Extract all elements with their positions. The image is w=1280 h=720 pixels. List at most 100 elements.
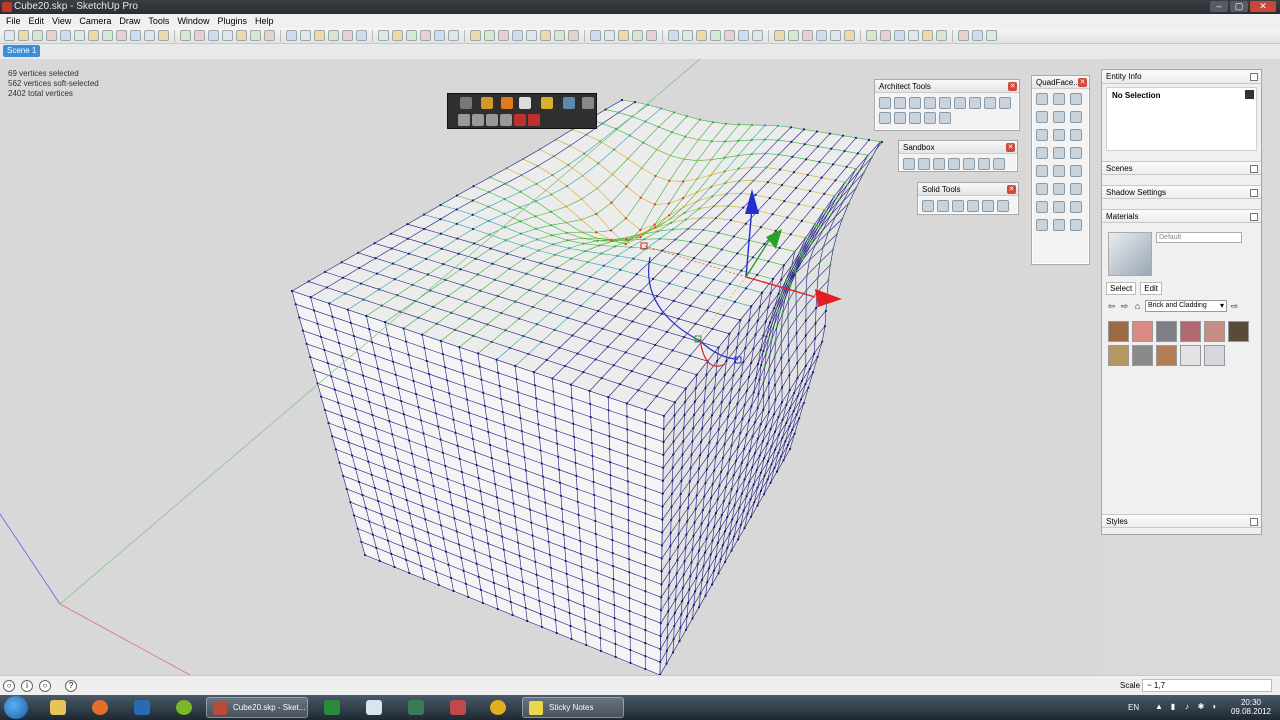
user-icon[interactable]: ○ [39,680,51,692]
measurements-box[interactable]: ~ 1,7 [1142,679,1272,692]
solid-tool-icon[interactable] [922,200,934,212]
architect-tool-icon[interactable] [924,97,936,109]
architect-tool-icon[interactable] [939,112,951,124]
menu-view[interactable]: View [48,14,75,28]
menu-file[interactable]: File [2,14,25,28]
quadface-tool-icon[interactable] [1036,111,1048,123]
minimize-button[interactable]: – [1210,1,1228,12]
menu-window[interactable]: Window [173,14,213,28]
toolbar-tool-icon[interactable] [208,30,219,41]
quadface-tool-icon[interactable] [1070,111,1082,123]
sandbox-tool-icon[interactable] [978,158,990,170]
toolbar-tool-icon[interactable] [936,30,947,41]
details-menu-icon[interactable] [1245,90,1254,99]
toolbar-tool-icon[interactable] [894,30,905,41]
tab-select[interactable]: Select [1106,282,1137,295]
help-icon[interactable]: ? [65,680,77,692]
solid-tool-icon[interactable] [937,200,949,212]
taskbar-spotify[interactable] [166,697,202,718]
toolbar-tool-icon[interactable] [180,30,191,41]
toolbar-tool-icon[interactable] [738,30,749,41]
toolbar-tool-icon[interactable] [470,30,481,41]
sandbox-tool-icon[interactable] [993,158,1005,170]
toolbar-tool-icon[interactable] [144,30,155,41]
styles-header[interactable]: Styles [1102,514,1261,528]
pin-icon[interactable] [1250,165,1258,173]
toolbar-tool-icon[interactable] [908,30,919,41]
toolbar-tool-icon[interactable] [434,30,445,41]
architect-tool-icon[interactable] [879,97,891,109]
material-library-select[interactable]: Brick and Cladding [1145,300,1227,312]
quadface-tool-icon[interactable] [1070,165,1082,177]
quadface-tool-icon[interactable] [1053,183,1065,195]
mesh-icon[interactable] [563,97,575,109]
toolbar-tool-icon[interactable] [356,30,367,41]
sandbox-tool-icon[interactable] [963,158,975,170]
solid-tool-icon[interactable] [997,200,1009,212]
maximize-button[interactable]: ▢ [1230,1,1248,12]
taskbar-chrome[interactable] [480,697,516,718]
move-icon[interactable] [481,97,493,109]
material-swatch[interactable] [1156,345,1177,366]
toolbar-tool-icon[interactable] [18,30,29,41]
pin-icon[interactable] [1250,189,1258,197]
close-icon[interactable]: ✕ [1007,185,1016,194]
materials-header[interactable]: Materials [1102,209,1261,223]
toolbar-tool-icon[interactable] [116,30,127,41]
task-sketchup[interactable]: Cube20.skp - Sket... [206,697,308,718]
toolbar-tool-icon[interactable] [392,30,403,41]
close-icon[interactable]: ✕ [1078,78,1087,87]
pin-icon[interactable] [1250,213,1258,221]
credits-icon[interactable]: i [21,680,33,692]
solid-tool-icon[interactable] [967,200,979,212]
quadface-tool-icon[interactable] [1053,111,1065,123]
toolbar-tool-icon[interactable] [130,30,141,41]
material-swatch[interactable] [1132,345,1153,366]
sandbox-tool-icon[interactable] [903,158,915,170]
toolbar-tool-icon[interactable] [342,30,353,41]
toolbar-tool-icon[interactable] [668,30,679,41]
volume-icon[interactable]: ♪ [1182,702,1192,712]
menu-tools[interactable]: Tools [144,14,173,28]
start-button[interactable] [4,696,28,719]
material-swatch[interactable] [1156,321,1177,342]
material-swatch[interactable] [1108,321,1129,342]
toolbar-tool-icon[interactable] [724,30,735,41]
toolbar-tool-icon[interactable] [618,30,629,41]
toolbar-tool-icon[interactable] [830,30,841,41]
taskbar-explorer[interactable] [40,697,76,718]
shadow-settings-header[interactable]: Shadow Settings [1102,185,1261,199]
toolbar-tool-icon[interactable] [788,30,799,41]
quadface-tool-icon[interactable] [1070,129,1082,141]
toolbar-tool-icon[interactable] [540,30,551,41]
architect-tool-icon[interactable] [939,97,951,109]
quadface-tool-icon[interactable] [1036,93,1048,105]
network-icon[interactable]: ▮ [1168,702,1178,712]
toolbar-tool-icon[interactable] [646,30,657,41]
toolbar-tool-icon[interactable] [158,30,169,41]
forward-arrow-icon[interactable]: ⇨ [1119,301,1130,312]
architect-tool-icon[interactable] [909,112,921,124]
taskbar-monitor[interactable] [314,697,350,718]
material-swatch[interactable] [1180,345,1201,366]
scenes-header[interactable]: Scenes [1102,161,1261,175]
geo-location-icon[interactable]: ○ [3,680,15,692]
toolbar-tool-icon[interactable] [498,30,509,41]
toolbar-tool-icon[interactable] [590,30,601,41]
sandbox-tool-icon[interactable] [918,158,930,170]
toolbar-tool-icon[interactable] [484,30,495,41]
toolbar-tool-icon[interactable] [448,30,459,41]
quadface-tool-icon[interactable] [1053,93,1065,105]
toolbar-tool-icon[interactable] [816,30,827,41]
material-swatch[interactable] [1228,321,1249,342]
entity-info-header[interactable]: Entity Info [1102,70,1261,84]
toolbar-tool-icon[interactable] [802,30,813,41]
task-sticky-notes[interactable]: Sticky Notes [522,697,624,718]
select-arrow-icon[interactable] [460,97,472,109]
toolbar-tool-icon[interactable] [752,30,763,41]
details-arrow-icon[interactable]: ⇨ [1229,301,1240,312]
toolbar-tool-icon[interactable] [958,30,969,41]
toolbar-tool-icon[interactable] [194,30,205,41]
quadface-tool-icon[interactable] [1053,219,1065,231]
quadface-tool-icon[interactable] [1053,147,1065,159]
